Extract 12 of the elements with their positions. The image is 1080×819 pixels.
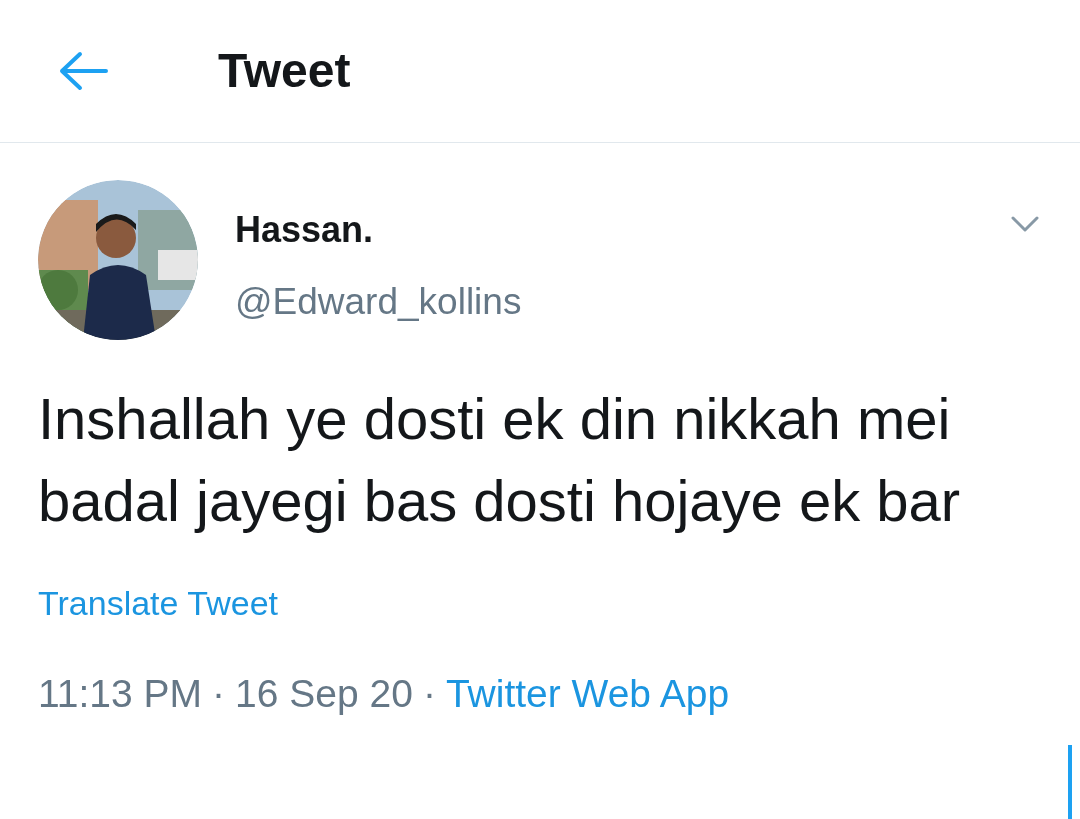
separator-dot: · [212, 671, 226, 717]
translate-link[interactable]: Translate Tweet [38, 578, 278, 629]
chevron-down-icon[interactable] [1010, 215, 1040, 233]
author-name: Hassan. [235, 208, 375, 252]
author-handle: @Edward_kollins [235, 280, 523, 324]
tweet-text: Inshallah ye dosti ek din nikkah mei badal jayegi bas dosti hojaye ek bar [37, 385, 962, 535]
separator-dot: · [422, 671, 436, 717]
source-link[interactable]: Twitter Web App [445, 665, 730, 724]
page-title: Tweet [218, 43, 351, 99]
back-icon[interactable] [58, 51, 110, 91]
tweet-time: 11:13 PM [38, 671, 203, 717]
tweet-date: 16 Sep 20 [235, 671, 413, 717]
